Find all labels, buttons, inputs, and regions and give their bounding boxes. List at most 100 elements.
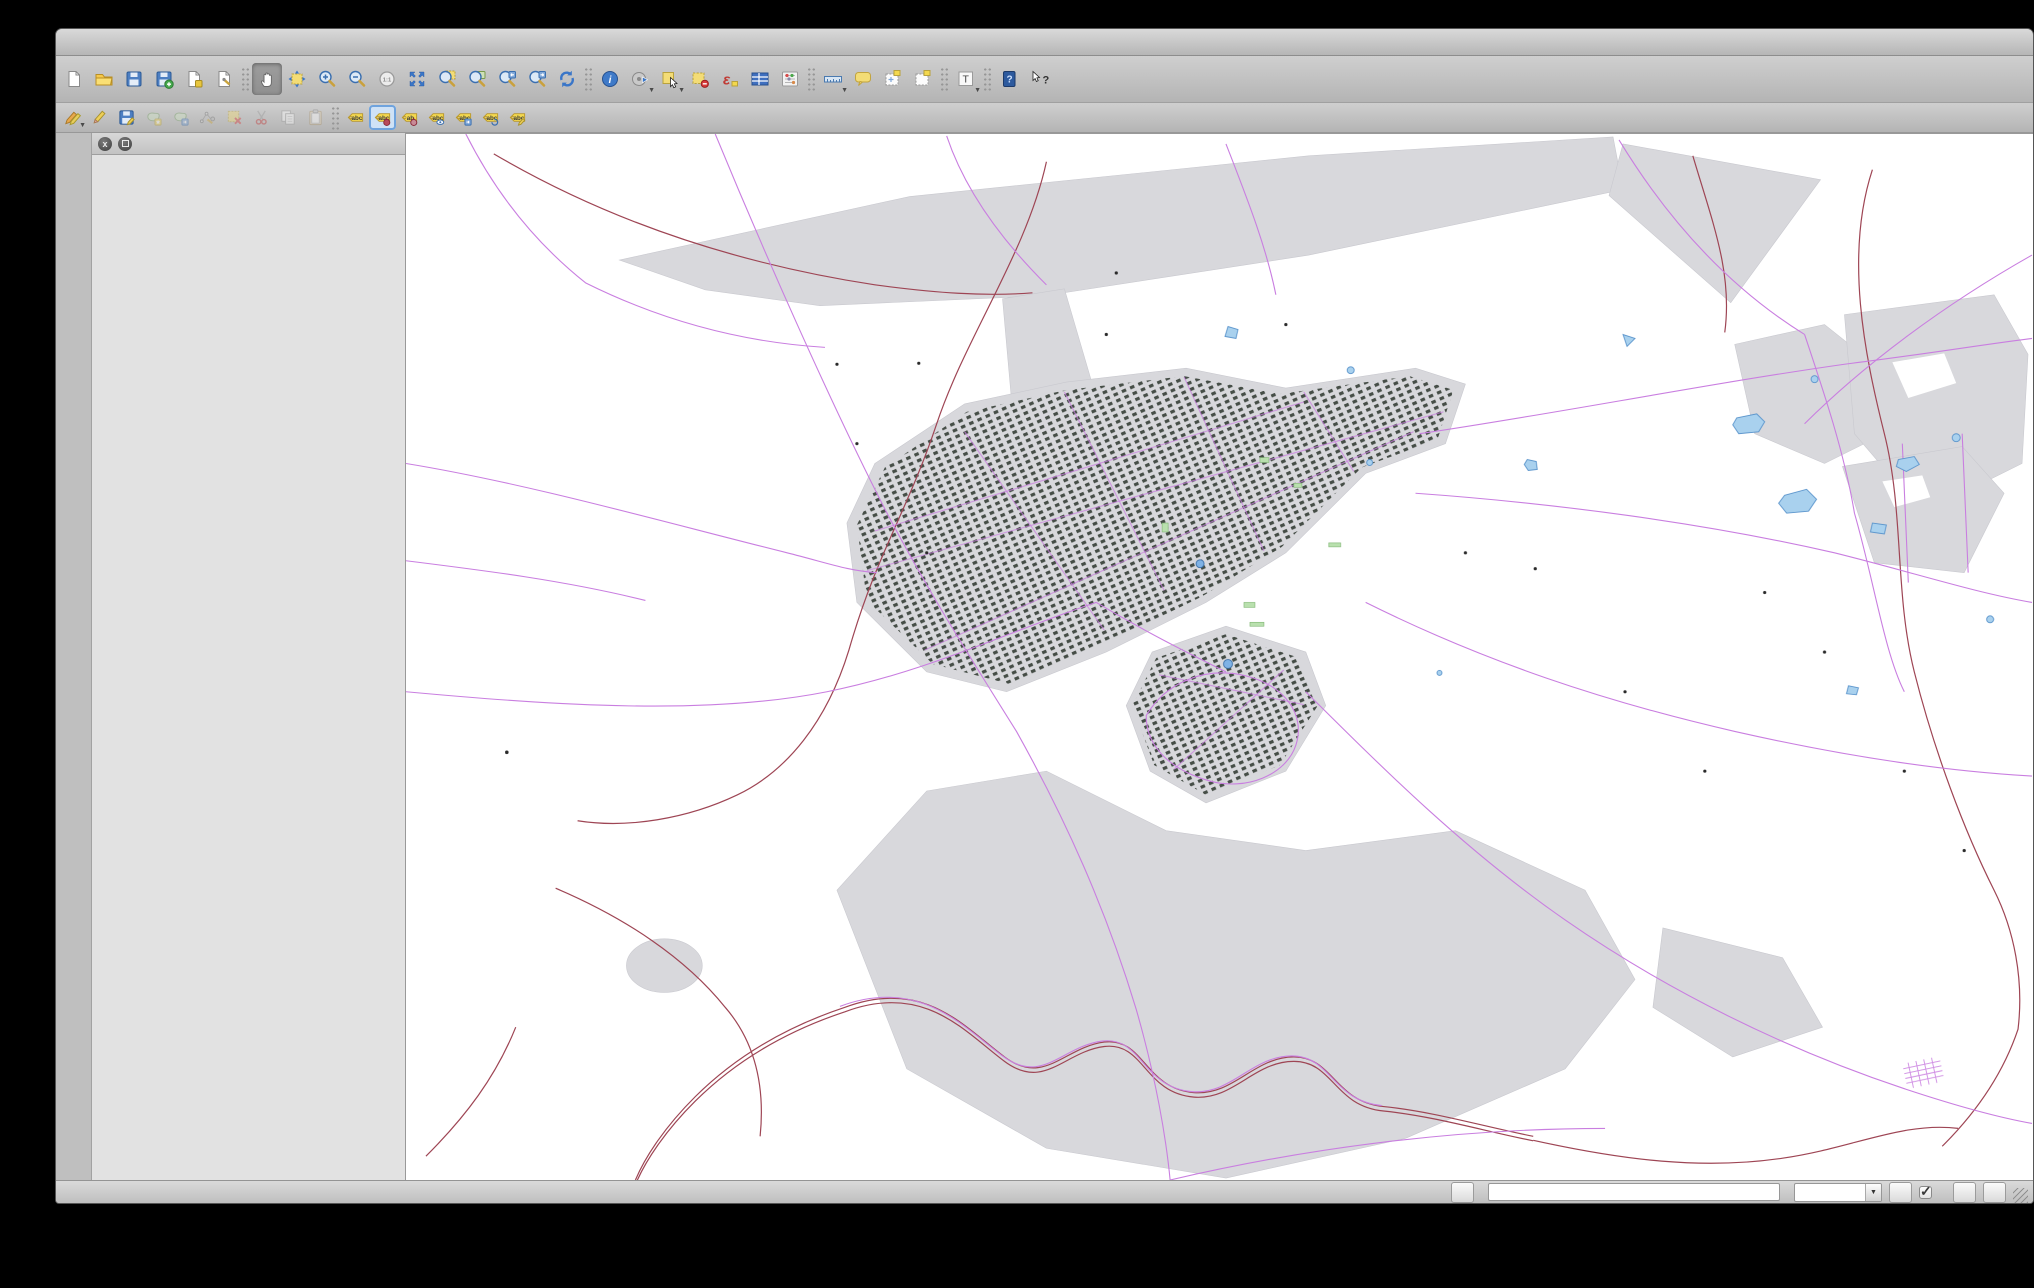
select-by-expression-button[interactable]: ε — [715, 63, 745, 95]
map-render — [406, 134, 2033, 1180]
new-bookmark-button[interactable] — [878, 63, 908, 95]
scale-value — [1795, 1184, 1865, 1201]
zoom-full-icon — [409, 71, 425, 87]
open-project-icon — [95, 74, 113, 86]
copy-features-button — [275, 105, 302, 130]
save-layer-edits-button[interactable] — [113, 105, 140, 130]
save-layer-edits-icon — [119, 110, 135, 126]
identify-features-button[interactable]: i — [595, 63, 625, 95]
svg-text:T: T — [962, 74, 969, 86]
measure-button[interactable]: ▼ — [818, 63, 848, 95]
zoom-to-layer-icon — [469, 70, 486, 87]
deselect-features-icon — [692, 72, 709, 88]
zoom-to-selection-button[interactable] — [432, 63, 462, 95]
svg-text:?: ? — [1006, 75, 1012, 86]
svg-text:ε: ε — [723, 72, 731, 89]
qgis-window: 1:1 i ▼ ▼ ε ▼ T ▼?? ▼ abc abc ab abc abc abc abc x — [55, 28, 2034, 1204]
map-canvas[interactable] — [405, 133, 2033, 1180]
dropdown-arrow-icon: ▼ — [79, 122, 86, 129]
svg-text:abc: abc — [352, 115, 363, 122]
scale-combo[interactable]: ▼ — [1794, 1182, 1882, 1202]
label-properties-button[interactable]: abc — [504, 105, 531, 130]
digitizing-labels-toolbar: ▼ abc abc ab abc abc abc abc — [56, 103, 2033, 133]
toolbar-separator — [807, 67, 816, 91]
plugin-manager-button[interactable] — [1451, 1181, 1474, 1203]
dropdown-arrow-icon: ▼ — [974, 87, 981, 94]
resize-grip[interactable] — [2013, 1188, 2028, 1203]
label-pin-button[interactable]: abc — [369, 105, 396, 130]
new-composer-button[interactable] — [179, 63, 209, 95]
zoom-last-icon — [499, 70, 516, 87]
labeling-button[interactable]: abc — [342, 105, 369, 130]
save-project-button[interactable] — [119, 63, 149, 95]
toolbar-separator — [584, 67, 593, 91]
identify-features-icon: i — [602, 71, 618, 87]
zoom-out-button[interactable] — [342, 63, 372, 95]
layers-panel: x — [91, 133, 405, 1180]
attribute-table-button[interactable] — [745, 63, 775, 95]
deselect-features-button[interactable] — [685, 63, 715, 95]
zoom-last-button[interactable] — [492, 63, 522, 95]
float-panel-icon[interactable] — [118, 136, 132, 151]
select-by-expression-icon: ε — [723, 72, 738, 89]
labeling-icon: abc — [347, 113, 364, 122]
label-properties-icon: abc — [509, 113, 526, 126]
select-features-icon — [662, 72, 678, 89]
node-tool-icon — [199, 111, 216, 125]
close-panel-icon[interactable]: x — [98, 136, 112, 151]
refresh-map-button[interactable] — [552, 63, 582, 95]
zoom-next-button[interactable] — [522, 63, 552, 95]
toggle-editing-button[interactable] — [86, 105, 113, 130]
svg-text:i: i — [609, 75, 612, 86]
title-bar[interactable] — [56, 29, 2033, 56]
show-bookmarks-button[interactable] — [908, 63, 938, 95]
crs-status-button[interactable] — [1953, 1181, 1976, 1203]
render-checkbox[interactable] — [1919, 1183, 1932, 1200]
label-rotate-button[interactable]: abc — [477, 105, 504, 130]
map-tips-icon — [855, 72, 871, 86]
field-calculator-icon — [782, 71, 798, 87]
cut-features-button — [248, 105, 275, 130]
pan-to-selection-icon — [288, 70, 306, 88]
field-calculator-button[interactable] — [775, 63, 805, 95]
zoom-in-button[interactable] — [312, 63, 342, 95]
coordinate-input[interactable] — [1488, 1183, 1780, 1201]
label-move-pin-button[interactable]: ab — [396, 105, 423, 130]
whats-this-button[interactable]: ? — [1024, 63, 1054, 95]
zoom-to-layer-button[interactable] — [462, 63, 492, 95]
help-button[interactable]: ? — [994, 63, 1024, 95]
label-rotate-icon: abc — [482, 113, 499, 126]
paste-features-icon — [309, 109, 322, 126]
run-feature-action-button[interactable]: ▼ — [625, 63, 655, 95]
save-project-icon — [126, 71, 142, 87]
new-project-button[interactable] — [59, 63, 89, 95]
label-visibility-button[interactable]: abc — [423, 105, 450, 130]
messages-button[interactable] — [1983, 1181, 2006, 1203]
pan-map-button[interactable] — [252, 63, 282, 95]
zoom-native-icon: 1:1 — [379, 71, 395, 87]
status-bar: ▼ — [56, 1180, 2033, 1203]
label-move-button[interactable]: abc — [450, 105, 477, 130]
buildings-layer — [856, 376, 1454, 795]
whats-this-icon: ? — [1032, 70, 1049, 87]
copy-features-icon — [281, 110, 295, 125]
dropdown-arrow-icon: ▼ — [841, 87, 848, 94]
current-edits-button[interactable]: ▼ — [59, 105, 86, 130]
layer-tree — [92, 155, 405, 162]
stop-render-button[interactable] — [1889, 1181, 1912, 1203]
help-icon: ? — [1003, 71, 1016, 87]
composer-manager-icon — [218, 71, 231, 87]
zoom-native-button[interactable]: 1:1 — [372, 63, 402, 95]
map-tips-button[interactable] — [848, 63, 878, 95]
chevron-down-icon[interactable]: ▼ — [1865, 1183, 1881, 1201]
open-project-button[interactable] — [89, 63, 119, 95]
composer-manager-button[interactable] — [209, 63, 239, 95]
paste-features-button — [302, 105, 329, 130]
toolbar-separator — [331, 105, 340, 130]
select-features-button[interactable]: ▼ — [655, 63, 685, 95]
zoom-full-button[interactable] — [402, 63, 432, 95]
add-feature-icon — [147, 112, 162, 126]
save-project-as-button[interactable] — [149, 63, 179, 95]
pan-to-selection-button[interactable] — [282, 63, 312, 95]
text-annotation-button[interactable]: T ▼ — [951, 63, 981, 95]
